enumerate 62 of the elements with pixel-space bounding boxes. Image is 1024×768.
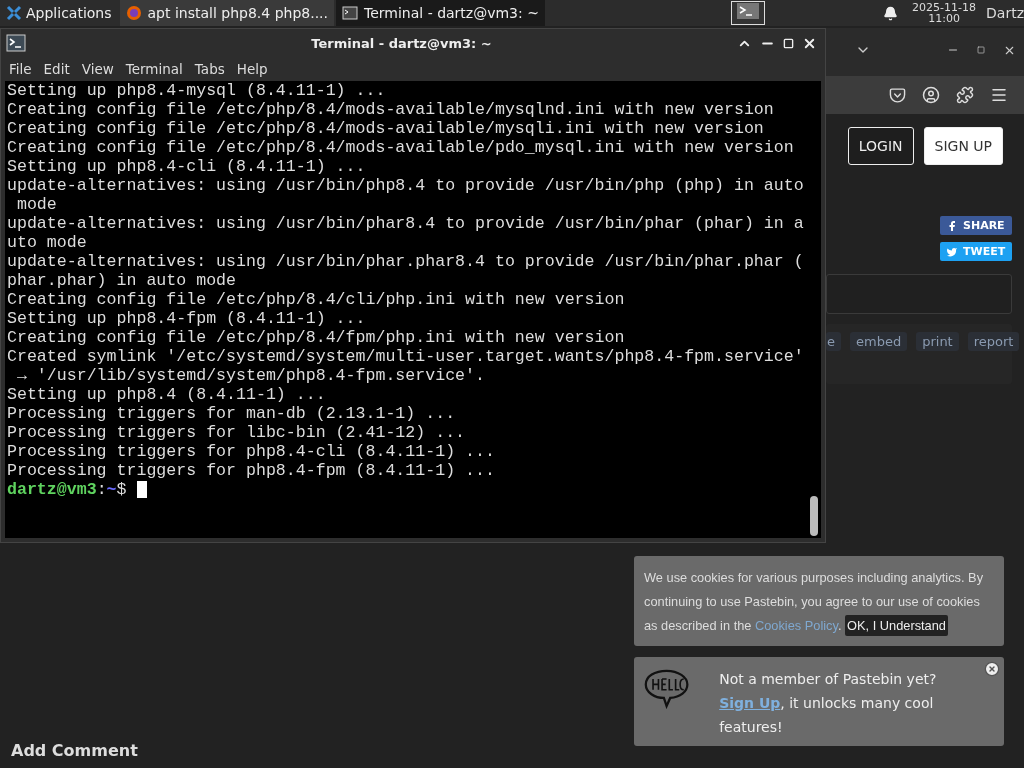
bird-icon [946,245,958,258]
window-title: Terminal - dartz@vm3: ~ [310,35,493,51]
terminal-line: Creating config file /etc/php/8.4/fpm/php.ini with new version [7,328,626,347]
prompt-separator: : [96,480,107,499]
menu-item[interactable]: Help [232,61,272,77]
terminal-line: Setting up php8.4 (8.4.11-1) ... [7,385,327,404]
prompt-path: ~ [106,480,117,499]
terminal-line: Creating config file /etc/php/8.4/mods-available/pdo_mysql.ini with new version [7,138,795,157]
user-name[interactable]: Dartz [986,5,1024,21]
share-button[interactable]: SHARE [940,216,1012,235]
clock[interactable]: 2025-11-18 11:00 [912,2,977,24]
terminal-line: Creating config file /etc/php/8.4/mods-available/mysqli.ini with new version [7,119,765,138]
terminal-line: Setting up php8.4-mysql (8.4.11-1) ... [7,81,387,100]
terminal-line: mode [15,195,58,214]
terminal-line: phar.phar) in auto mode [7,271,238,290]
terminal-line: Creating config file /etc/php/8.4/cli/php.ini with new version [7,290,626,309]
terminal-line: Processing triggers for man-db (2.13.1-1) ... [7,404,457,423]
applications-icon [6,5,22,21]
terminal-line: Setting up php8.4-cli (8.4.11-1) ... [7,157,367,176]
cookie-notice: We use cookies for various purposes including analytics. By continuing to use Pastebin, you agree to our use of cookies as described in the Cookies Policy. OK, I Understand [634,556,1004,646]
menu-icon[interactable] [990,86,1008,104]
menu-item[interactable]: Terminal [121,61,187,77]
menu-item[interactable]: View [77,61,118,77]
pocket-icon[interactable] [889,86,906,104]
terminal-line: update-alternatives: using /usr/bin/phar.phar8.4 to provide /usr/bin/phar.phar ( [7,252,805,271]
terminal-icon [342,5,358,21]
taskbar-window-button[interactable]: apt install php8.4 php8.... [119,0,334,26]
prompt-user: dartz@vm3 [7,480,97,499]
terminal-line: uto mode [7,233,88,252]
action-link[interactable]: embed [850,332,908,351]
section-heading: Add Comment [11,741,138,760]
text-cursor [136,481,147,499]
action-link[interactable]: e [826,332,841,351]
taskbar-window-button[interactable]: Terminal - dartz@vm3: ~ [336,0,545,26]
workspace-thumbnail[interactable] [731,1,766,25]
action-link[interactable]: report [967,332,1020,351]
menu-item[interactable]: Edit [39,61,74,77]
account-icon[interactable] [922,86,940,104]
scrollbar-thumb[interactable] [810,496,818,536]
hello-bubble-icon [644,667,690,709]
accept-button[interactable]: OK, I Understand [845,615,948,636]
notification-bell-icon[interactable] [883,5,899,21]
close-icon[interactable] [984,661,1000,677]
terminal-line: Processing triggers for php8.4-cli (8.4.11-1) ... [7,442,496,461]
menu-item[interactable]: Tabs [190,61,229,77]
login-button[interactable]: LOGIN [847,127,914,165]
terminal-line: update-alternatives: using /usr/bin/phar8.4 to provide /usr/bin/phar (phar) in a [7,214,805,233]
terminal-line: update-alternatives: using /usr/bin/php8.4 to provide /usr/bin/php (php) in auto [7,176,805,195]
terminal-line: → '/usr/lib/systemd/system/php8.4-fpm.service'. [15,366,486,385]
terminal-icon [6,34,26,52]
terminal-line: Processing triggers for php8.4-fpm (8.4.11-1) ... [7,461,496,480]
signup-button[interactable]: SIGN UP [923,127,1003,165]
action-link[interactable]: print [916,332,959,351]
terminal-line: Setting up php8.4-fpm (8.4.11-1) ... [7,309,367,328]
signup-message: Not a member of Pastebin yet? Sign Up, it unlocks many cool features! [719,670,938,737]
terminal-line: Creating config file /etc/php/8.4/mods-available/mysqlnd.ini with new version [7,100,775,119]
puzzle-icon[interactable] [956,86,974,104]
terminal-line: Created symlink '/etc/systemd/system/multi-user.target.wants/php8.4-fpm.service' [7,347,805,366]
menu-item[interactable]: File [5,61,36,77]
browser-icon [125,5,142,21]
terminal-line: Processing triggers for libc-bin (2.41-12) ... [7,423,467,442]
prompt-symbol: $ [116,480,127,499]
